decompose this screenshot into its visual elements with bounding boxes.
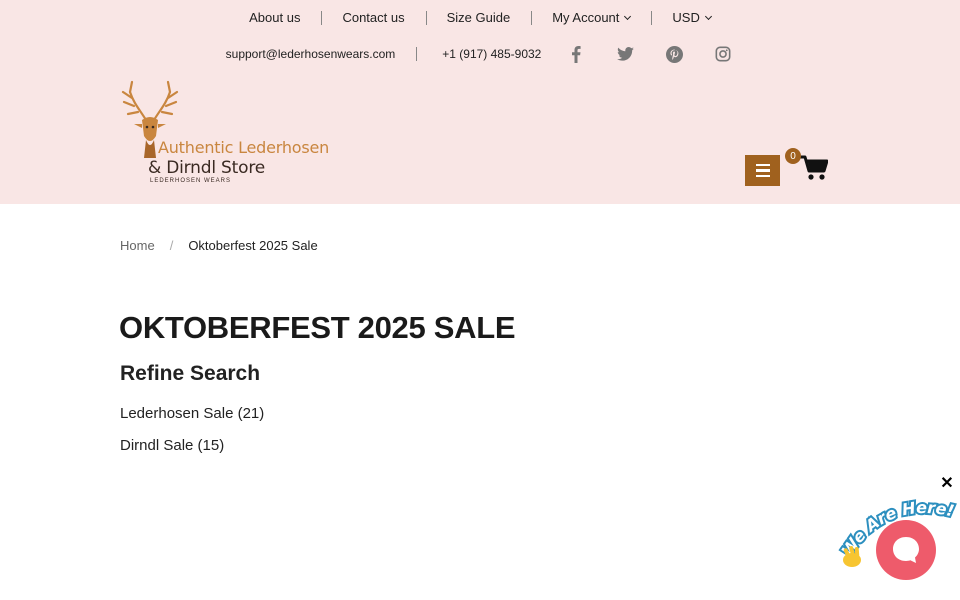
menu-bar [755, 163, 770, 167]
size-guide-link[interactable]: Size Guide [425, 11, 532, 25]
menu-bar [755, 174, 770, 178]
support-phone[interactable]: +1 (917) 485-9032 [416, 47, 561, 61]
waving-hand-icon [843, 546, 861, 567]
logo-text-sub: & Dirndl Store [148, 158, 265, 178]
filter-lederhosen-sale[interactable]: Lederhosen Sale (21) [120, 405, 264, 422]
cart-icon[interactable] [800, 155, 829, 183]
contact-us-link[interactable]: Contact us [321, 11, 425, 25]
pinterest-icon[interactable] [663, 43, 685, 65]
page-title: OKTOBERFEST 2025 SALE [119, 310, 516, 345]
logo-tagline: LEDERHOSEN WEARS [150, 178, 232, 184]
instagram-icon[interactable] [712, 43, 734, 65]
contact-bar: support@lederhosenwears.com +1 (917) 485… [0, 42, 960, 66]
breadcrumb: Home / Oktoberfest 2025 Sale [120, 238, 318, 253]
top-nav: About us Contact us Size Guide My Accoun… [0, 0, 960, 36]
breadcrumb-separator: / [169, 238, 174, 253]
refine-search-heading: Refine Search [120, 362, 261, 385]
chevron-down-icon [624, 12, 632, 21]
chat-icon [893, 537, 919, 563]
twitter-icon[interactable] [614, 43, 636, 65]
facebook-icon[interactable] [565, 43, 587, 65]
menu-bar [755, 169, 770, 172]
logo-text-main: Authentic Lederhosen [158, 138, 330, 157]
support-email[interactable]: support@lederhosenwears.com [226, 47, 417, 61]
my-account-dropdown[interactable]: My Account [531, 11, 651, 25]
breadcrumb-home-link[interactable]: Home [120, 238, 155, 253]
social-links [565, 43, 734, 65]
chevron-down-icon [704, 12, 712, 21]
currency-dropdown[interactable]: USD [651, 11, 731, 25]
hamburger-menu-button[interactable] [745, 155, 780, 186]
store-logo[interactable]: Authentic Lederhosen & Dirndl Store LEDE… [120, 80, 336, 188]
chat-launcher-button[interactable] [876, 520, 936, 580]
about-us-link[interactable]: About us [228, 11, 321, 25]
breadcrumb-current: Oktoberfest 2025 Sale [188, 238, 318, 253]
site-header: About us Contact us Size Guide My Accoun… [0, 0, 960, 204]
filter-dirndl-sale[interactable]: Dirndl Sale (15) [120, 437, 224, 454]
cart-count-badge: 0 [785, 148, 801, 164]
